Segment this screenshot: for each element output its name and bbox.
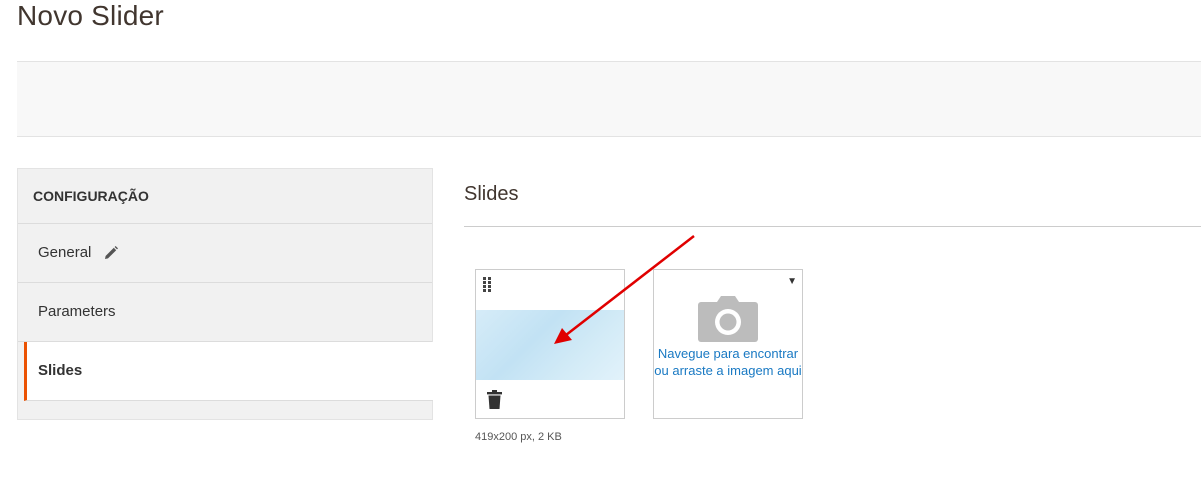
sidebar-item-general[interactable]: General	[18, 224, 432, 283]
page-actions-bar	[17, 61, 1201, 137]
sidebar-item-label: Slides	[38, 362, 83, 379]
section-title: Slides	[464, 183, 519, 205]
sidebar-heading: CONFIGURAÇÃO	[18, 169, 432, 224]
section-divider	[464, 226, 1201, 227]
image-meta: 419x200 px, 2 KB	[475, 431, 562, 443]
sidebar-item-slides[interactable]: Slides	[24, 342, 433, 401]
caret-down-icon[interactable]: ▼	[787, 276, 797, 287]
upload-instructions[interactable]: Navegue para encontrar ou arraste a imag…	[654, 345, 802, 379]
page-title: Novo Slider	[17, 0, 164, 31]
image-upload-dropzone[interactable]: ▼ Navegue para encontrar ou arraste a im…	[653, 269, 803, 419]
sidebar-item-label: Parameters	[38, 303, 116, 320]
slide-image-thumbnail[interactable]	[476, 310, 624, 380]
sidebar-nav: CONFIGURAÇÃO General Parameters Slides	[17, 168, 433, 420]
trash-icon[interactable]	[487, 390, 502, 414]
sidebar-item-label: General	[38, 244, 92, 261]
camera-icon	[698, 294, 758, 349]
drag-handle-icon[interactable]	[483, 277, 493, 298]
slide-image-card[interactable]	[475, 269, 625, 419]
sidebar-item-parameters[interactable]: Parameters	[18, 283, 432, 342]
